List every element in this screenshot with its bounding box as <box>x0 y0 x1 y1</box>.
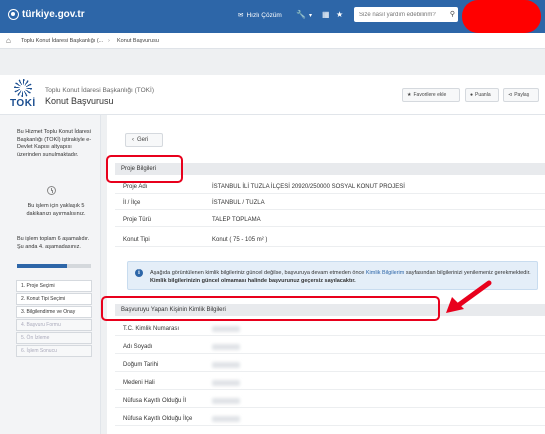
toki-logo: TOKİ <box>8 79 38 113</box>
home-icon[interactable]: ⌂ <box>6 36 11 45</box>
row-label: Nüfusa Kayıtlı Olduğu İl <box>123 397 187 404</box>
share-button[interactable]: ⊲ Paylaş <box>503 88 539 102</box>
row-label: Proje Adı <box>123 183 148 190</box>
step-item[interactable]: 2. Konut Tipi Seçimi <box>16 293 92 305</box>
comment-icon: ● <box>470 92 474 98</box>
info-icon: i <box>135 269 143 277</box>
project-row: Konut Tipi Konut ( 75 - 105 m² ) <box>115 233 545 247</box>
service-info-text: Bu Hizmet Toplu Konut İdaresi Başkanlığı… <box>17 129 92 158</box>
page-title: Konut Başvurusu <box>45 96 114 106</box>
step-item[interactable]: 1. Proje Seçimi <box>16 280 92 292</box>
quick-solution-label: Hızlı Çözüm <box>246 11 282 19</box>
favorite-button[interactable]: ★ Favorilere ekle <box>402 88 460 102</box>
rate-label: Puanla <box>475 92 491 98</box>
page-header: TOKİ Toplu Konut İdaresi Başkanlığı (TOK… <box>0 75 545 115</box>
step-item: 6. İşlem Sonucu <box>16 345 92 357</box>
quick-solution-button[interactable]: ✉ Hızlı Çözüm <box>238 11 282 20</box>
applicant-row: T.C. Kimlik Numarası <box>115 322 545 336</box>
row-label: İl / İlçe <box>123 199 141 206</box>
back-button[interactable]: ‹ Geri <box>125 133 163 147</box>
progress-bar-fill <box>17 264 67 268</box>
site-logo[interactable]: türkiye.gov.tr <box>8 9 85 20</box>
redacted-value <box>212 343 240 350</box>
search-box[interactable]: ⚲ <box>354 7 458 22</box>
breadcrumb-separator: › <box>108 38 110 44</box>
wrench-icon[interactable]: 🔧 <box>296 10 306 19</box>
project-row: Proje Türü TALEP TOPLAMA <box>115 213 545 227</box>
row-label: Nüfusa Kayıtlı Olduğu İlçe <box>123 415 193 422</box>
clock-icon <box>47 186 56 195</box>
top-bar: türkiye.gov.tr ✉ Hızlı Çözüm 🔧 ▾ ▦ ★ ⚲ <box>0 0 545 33</box>
progress-text: Bu işlem toplam 6 aşamalıdır. Şu anda 4.… <box>17 236 90 250</box>
rate-button[interactable]: ● Puanla <box>465 88 499 102</box>
row-label: Adı Soyadı <box>123 343 153 350</box>
progress-bar <box>17 264 91 268</box>
redacted-value <box>212 397 240 404</box>
applicant-row: Doğum Tarihi <box>115 358 545 372</box>
back-label: Geri <box>137 137 149 143</box>
project-row: İl / İlçe İSTANBUL / TUZLA <box>115 196 545 210</box>
logo-icon <box>8 9 19 20</box>
project-section-highlight <box>106 155 183 183</box>
step-item[interactable]: 3. Bilgilendirme ve Onay <box>16 306 92 318</box>
info-warning: Kimlik bilgilerinizin güncel olmaması ha… <box>150 278 356 284</box>
chevron-left-icon: ‹ <box>132 137 134 143</box>
row-label: Medeni Hali <box>123 379 155 386</box>
sun-emblem-icon <box>14 79 32 97</box>
duration-text: Bu işlem için yaklaşık 5 dakikanızı ayır… <box>26 203 86 217</box>
grid-icon[interactable]: ▦ <box>322 10 330 19</box>
star-icon: ★ <box>407 92 412 98</box>
row-value: TALEP TOPLAMA <box>212 216 261 223</box>
identity-info-link[interactable]: Kimlik Bilgilerim <box>366 270 405 276</box>
row-label: Doğum Tarihi <box>123 361 159 368</box>
info-text-part: sayfasından bilgilerinizi yenilemeniz ge… <box>404 270 531 276</box>
row-label: Konut Tipi <box>123 236 150 243</box>
chevron-down-icon[interactable]: ▾ <box>309 12 312 19</box>
share-icon: ⊲ <box>508 92 513 98</box>
row-label: Proje Türü <box>123 216 151 223</box>
chat-icon: ✉ <box>238 12 244 19</box>
row-value: İSTANBUL / TUZLA <box>212 199 265 206</box>
step-item: 5. Ön İzleme <box>16 332 92 344</box>
breadcrumb-item[interactable]: Konut Başvurusu <box>117 38 159 44</box>
star-icon[interactable]: ★ <box>336 10 343 19</box>
redacted-value <box>212 325 240 332</box>
row-value: İSTANBUL İLİ TUZLA İLÇESİ 20920/250000 S… <box>212 183 405 190</box>
row-label: T.C. Kimlik Numarası <box>123 325 180 332</box>
redacted-value <box>212 361 240 368</box>
redacted-user-area <box>462 0 541 33</box>
organization-name: Toplu Konut İdaresi Başkanlığı (TOKİ) <box>45 87 154 94</box>
info-text-part: Aşağıda görüntülenen kimlik bilgileriniz… <box>150 270 366 276</box>
red-arrow-icon <box>446 280 492 313</box>
redacted-value <box>212 415 240 422</box>
applicant-row: Adı Soyadı <box>115 340 545 354</box>
step-list: 1. Proje Seçimi 2. Konut Tipi Seçimi 3. … <box>16 280 92 358</box>
applicant-row: Medeni Hali <box>115 376 545 390</box>
search-icon[interactable]: ⚲ <box>450 10 455 18</box>
logo-text: türkiye.gov.tr <box>22 9 85 20</box>
toki-logo-text: TOKİ <box>10 98 36 109</box>
redacted-value <box>212 379 240 386</box>
step-item: 4. Başvuru Formu <box>16 319 92 331</box>
applicant-section-highlight <box>101 296 440 321</box>
row-value: Konut ( 75 - 105 m² ) <box>212 236 268 243</box>
applicant-row: Nüfusa Kayıtlı Olduğu İl <box>115 394 545 408</box>
share-label: Paylaş <box>514 92 530 98</box>
sidebar: Bu Hizmet Toplu Konut İdaresi Başkanlığı… <box>0 115 101 434</box>
breadcrumb: ⌂ Toplu Konut İdaresi Başkanlığı (... › … <box>0 33 545 49</box>
search-input[interactable] <box>354 7 442 22</box>
applicant-row: Nüfusa Kayıtlı Olduğu İlçe <box>115 412 545 426</box>
breadcrumb-item[interactable]: Toplu Konut İdaresi Başkanlığı (... <box>21 38 103 44</box>
favorite-label: Favorilere ekle <box>413 92 447 98</box>
